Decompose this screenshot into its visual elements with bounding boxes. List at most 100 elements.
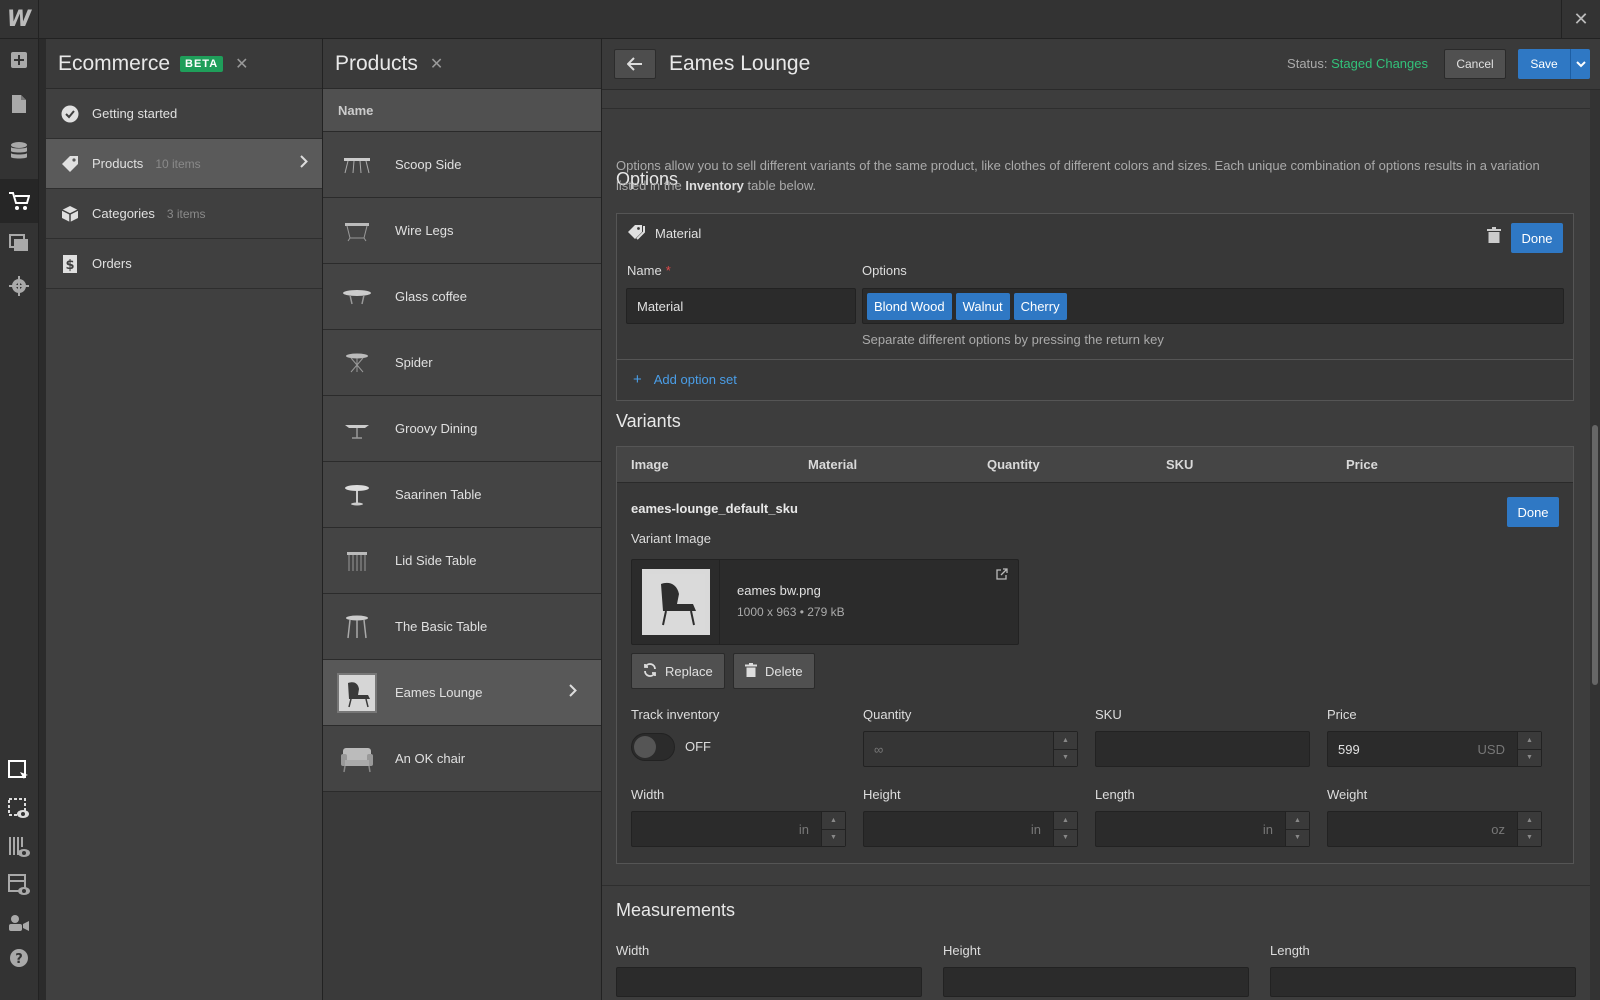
width-unit: in: [798, 822, 809, 837]
ecommerce-icon[interactable]: [0, 179, 38, 223]
option-set-card: Material Done Name * Options Material Blo…: [616, 213, 1574, 401]
name-column-header[interactable]: Name: [323, 89, 601, 132]
products-panel-header: Products ✕: [323, 39, 601, 89]
save-options-button[interactable]: [1570, 49, 1590, 79]
item-count: 3 items: [166, 206, 206, 221]
assets-icon[interactable]: [0, 224, 38, 262]
back-button[interactable]: [614, 49, 656, 79]
nav-item-products[interactable]: Products 10 items: [46, 139, 322, 189]
nav-item-getting-started[interactable]: Getting started: [46, 89, 322, 139]
product-row[interactable]: The Basic Table: [323, 594, 601, 660]
audit-icon[interactable]: [0, 828, 38, 866]
width-stepper[interactable]: ▲ ▼: [821, 812, 845, 846]
increment-icon[interactable]: ▲: [1286, 812, 1309, 829]
option-chip[interactable]: Walnut: [955, 292, 1010, 320]
webflow-logo[interactable]: W: [0, 0, 39, 39]
select-icon[interactable]: [0, 752, 38, 790]
option-name-input[interactable]: Material: [626, 288, 856, 324]
measurement-length-label: Length: [1270, 943, 1310, 958]
product-row[interactable]: Wire Legs: [323, 198, 601, 264]
decrement-icon[interactable]: ▼: [822, 828, 845, 846]
external-link-icon[interactable]: [996, 568, 1008, 583]
close-editor-button[interactable]: ✕: [1561, 0, 1600, 39]
price-currency: USD: [1477, 742, 1505, 757]
track-inventory-state: OFF: [685, 739, 711, 754]
decrement-icon[interactable]: ▼: [1054, 828, 1077, 846]
price-stepper[interactable]: ▲ ▼: [1517, 732, 1541, 766]
cms-icon[interactable]: [0, 132, 38, 170]
save-button[interactable]: Save: [1518, 49, 1570, 79]
decrement-icon[interactable]: ▼: [1518, 828, 1541, 846]
product-thumbnail: [337, 607, 377, 647]
add-icon[interactable]: [0, 41, 38, 79]
price-input[interactable]: 599 USD ▲ ▼: [1327, 731, 1542, 767]
nav-item-categories[interactable]: Categories 3 items: [46, 189, 322, 239]
pages-icon[interactable]: [0, 85, 38, 123]
collaborators-icon[interactable]: [0, 904, 38, 942]
add-option-set-link[interactable]: + Add option set: [633, 371, 737, 388]
weight-stepper[interactable]: ▲ ▼: [1517, 812, 1541, 846]
weight-input[interactable]: oz ▲ ▼: [1327, 811, 1542, 847]
product-row[interactable]: Groovy Dining: [323, 396, 601, 462]
width-input[interactable]: in ▲ ▼: [631, 811, 846, 847]
replace-label: Replace: [665, 663, 713, 679]
product-row[interactable]: Scoop Side: [323, 132, 601, 198]
product-row[interactable]: Lid Side Table: [323, 528, 601, 594]
option-set-done-button[interactable]: Done: [1511, 223, 1563, 253]
measurement-height-input[interactable]: [943, 967, 1249, 997]
cancel-button[interactable]: Cancel: [1444, 49, 1506, 79]
increment-icon[interactable]: ▲: [822, 812, 845, 829]
height-input[interactable]: in ▲ ▼: [863, 811, 1078, 847]
measurement-length-input[interactable]: [1270, 967, 1576, 997]
product-row[interactable]: Spider: [323, 330, 601, 396]
close-ecommerce-panel-button[interactable]: ✕: [235, 54, 248, 74]
measurements-section-title: Measurements: [616, 900, 736, 920]
option-chip[interactable]: Blond Wood: [867, 292, 952, 320]
option-set-label: Material: [655, 226, 702, 241]
ecommerce-panel: Ecommerce BETA ✕ Getting started Product…: [46, 39, 323, 1000]
toggle-knob: [634, 736, 656, 758]
delete-image-button[interactable]: Delete: [733, 653, 815, 689]
product-thumbnail: [337, 145, 377, 185]
delete-option-set-icon[interactable]: [1487, 227, 1501, 247]
preview-icon[interactable]: [0, 790, 38, 828]
increment-icon[interactable]: ▲: [1054, 812, 1077, 829]
product-row[interactable]: An OK chair: [323, 726, 601, 792]
check-circle-icon: [60, 104, 80, 124]
length-input[interactable]: in ▲ ▼: [1095, 811, 1310, 847]
variant-done-button[interactable]: Done: [1507, 497, 1559, 527]
sku-label: SKU: [1095, 707, 1122, 722]
option-chip[interactable]: Cherry: [1013, 292, 1067, 320]
scrollbar[interactable]: [1590, 90, 1600, 1000]
help-icon[interactable]: ?: [0, 939, 38, 977]
settings-icon[interactable]: [0, 267, 38, 305]
products-panel-title: Products: [335, 51, 418, 75]
close-products-panel-button[interactable]: ✕: [430, 54, 443, 74]
product-row[interactable]: Saarinen Table: [323, 462, 601, 528]
measurement-width-input[interactable]: [616, 967, 922, 997]
track-inventory-toggle[interactable]: [631, 733, 675, 761]
layout-icon[interactable]: [0, 866, 38, 904]
track-inventory-label: Track inventory: [631, 707, 720, 722]
product-row[interactable]: Glass coffee: [323, 264, 601, 330]
eames-chair-photo[interactable]: [641, 569, 710, 635]
product-detail-panel: Eames Lounge Status: Staged Changes Canc…: [602, 39, 1600, 1000]
replace-image-button[interactable]: Replace: [631, 653, 725, 689]
decrement-icon[interactable]: ▼: [1518, 748, 1541, 766]
sku-input[interactable]: [1095, 731, 1310, 767]
delete-label: Delete: [765, 663, 803, 679]
option-name-label: Name *: [627, 263, 671, 278]
increment-icon[interactable]: ▲: [1518, 732, 1541, 749]
increment-icon[interactable]: ▲: [1518, 812, 1541, 829]
nav-item-orders[interactable]: $ Orders: [46, 239, 322, 289]
length-stepper[interactable]: ▲ ▼: [1285, 812, 1309, 846]
option-values-input[interactable]: Blond Wood Walnut Cherry: [862, 288, 1564, 324]
eames-chair-photo: [337, 672, 377, 713]
plus-icon: +: [633, 371, 642, 388]
divider: [602, 885, 1590, 886]
product-row-selected[interactable]: Eames Lounge: [323, 660, 601, 726]
height-stepper[interactable]: ▲ ▼: [1053, 812, 1077, 846]
scrollbar-thumb[interactable]: [1592, 425, 1598, 685]
decrement-icon[interactable]: ▼: [1286, 828, 1309, 846]
nav-item-label: Products: [92, 156, 144, 171]
